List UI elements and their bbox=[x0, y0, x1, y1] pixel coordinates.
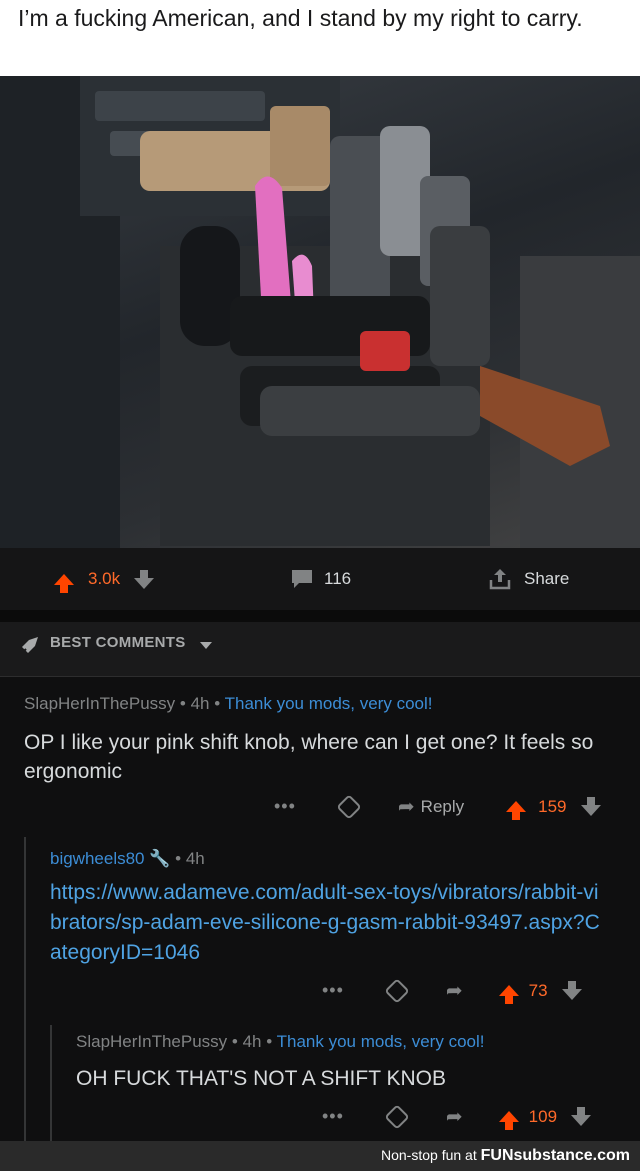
comment-actions: ••• ➦ Reply 159 bbox=[274, 793, 601, 820]
comment-score: 159 bbox=[538, 796, 567, 816]
upvote-icon[interactable] bbox=[498, 985, 519, 1004]
award-icon[interactable] bbox=[336, 793, 362, 820]
upvote-icon[interactable] bbox=[498, 1111, 519, 1130]
more-options-icon[interactable]: ••• bbox=[322, 1106, 344, 1127]
reply-label: Reply bbox=[420, 796, 465, 816]
meme-caption-panel: I’m a fucking American, and I stand by m… bbox=[0, 0, 640, 76]
comment-meta: SlapHerInThePussy • 4h • Thank you mods,… bbox=[24, 694, 433, 713]
wrench-icon: 🔧 bbox=[149, 849, 171, 868]
comment-meta: bigwheels80 🔧 • 4h bbox=[50, 849, 205, 868]
post-vote-group: 3.0k bbox=[54, 564, 155, 594]
reply-icon[interactable]: ➦ bbox=[446, 1104, 463, 1129]
share-label: Share bbox=[524, 569, 570, 588]
comment-actions: ••• ➦ 109 bbox=[322, 1103, 592, 1130]
sort-label: BEST COMMENTS bbox=[50, 634, 186, 651]
downvote-icon[interactable] bbox=[580, 797, 601, 816]
comment-score: 109 bbox=[528, 1106, 558, 1126]
user-flair: Thank you mods, very cool! bbox=[224, 694, 433, 713]
downvote-icon[interactable] bbox=[571, 1107, 592, 1126]
share-icon bbox=[489, 569, 511, 590]
user-flair: Thank you mods, very cool! bbox=[276, 1032, 485, 1051]
watermark-footer: Non-stop fun at FUNsubstance.com bbox=[0, 1141, 640, 1171]
comment-meta: SlapHerInThePussy • 4h • Thank you mods,… bbox=[76, 1032, 485, 1051]
comment-age: 4h bbox=[190, 694, 210, 713]
award-icon[interactable] bbox=[384, 977, 410, 1004]
comment-author[interactable]: SlapHerInThePussy bbox=[24, 694, 175, 713]
footer-brand: FUNsubstance.com bbox=[480, 1147, 630, 1164]
upvote-icon[interactable] bbox=[506, 801, 527, 820]
comment-age: 4h bbox=[242, 1032, 262, 1051]
comment-body: OP I like your pink shift knob, where ca… bbox=[24, 731, 594, 783]
more-options-icon[interactable]: ••• bbox=[274, 796, 296, 817]
share-button[interactable]: Share bbox=[488, 564, 569, 594]
reply-icon: ➦ bbox=[397, 796, 415, 818]
footer-tagline: Non-stop fun at bbox=[381, 1147, 477, 1163]
upvote-icon[interactable] bbox=[54, 573, 74, 593]
photo-illustration bbox=[0, 76, 640, 548]
post-action-bar: 3.0k 116 Share bbox=[0, 548, 640, 610]
post-score: 3.0k bbox=[88, 569, 121, 588]
post-photo[interactable] bbox=[0, 76, 640, 548]
comment-author[interactable]: SlapHerInThePussy bbox=[76, 1032, 227, 1051]
comment-author[interactable]: bigwheels80 bbox=[50, 849, 145, 868]
chevron-down-icon bbox=[200, 642, 212, 649]
watermark-text: Non-stop fun at FUNsubstance.com bbox=[381, 1147, 630, 1165]
comment-list: SlapHerInThePussy • 4h • Thank you mods,… bbox=[0, 677, 640, 1141]
meme-caption: I’m a fucking American, and I stand by m… bbox=[18, 5, 583, 31]
comment-score: 73 bbox=[528, 980, 548, 1000]
comment-bubble-icon bbox=[292, 570, 312, 588]
comment-count: 116 bbox=[324, 569, 352, 588]
more-options-icon[interactable]: ••• bbox=[322, 980, 344, 1001]
comment-age: 4h bbox=[185, 849, 205, 868]
comments-button[interactable]: 116 bbox=[290, 564, 351, 594]
comment-link[interactable]: https://www.adameve.com/adult-sex-toys/v… bbox=[50, 878, 610, 968]
thread-line bbox=[24, 837, 26, 1141]
award-icon[interactable] bbox=[384, 1103, 410, 1130]
downvote-icon[interactable] bbox=[134, 569, 155, 589]
downvote-icon[interactable] bbox=[561, 981, 582, 1000]
comment-body: OH FUCK THAT'S NOT A SHIFT KNOB bbox=[76, 1067, 447, 1090]
thread-line bbox=[50, 1025, 52, 1141]
reply-icon[interactable]: ➦ bbox=[446, 978, 463, 1003]
reply-button[interactable]: ➦ Reply bbox=[398, 794, 464, 819]
section-divider bbox=[0, 610, 640, 622]
comment-sort-bar[interactable]: BEST COMMENTS bbox=[0, 622, 640, 677]
comment-actions: ••• ➦ 73 bbox=[322, 977, 582, 1004]
rocket-icon bbox=[21, 637, 38, 654]
